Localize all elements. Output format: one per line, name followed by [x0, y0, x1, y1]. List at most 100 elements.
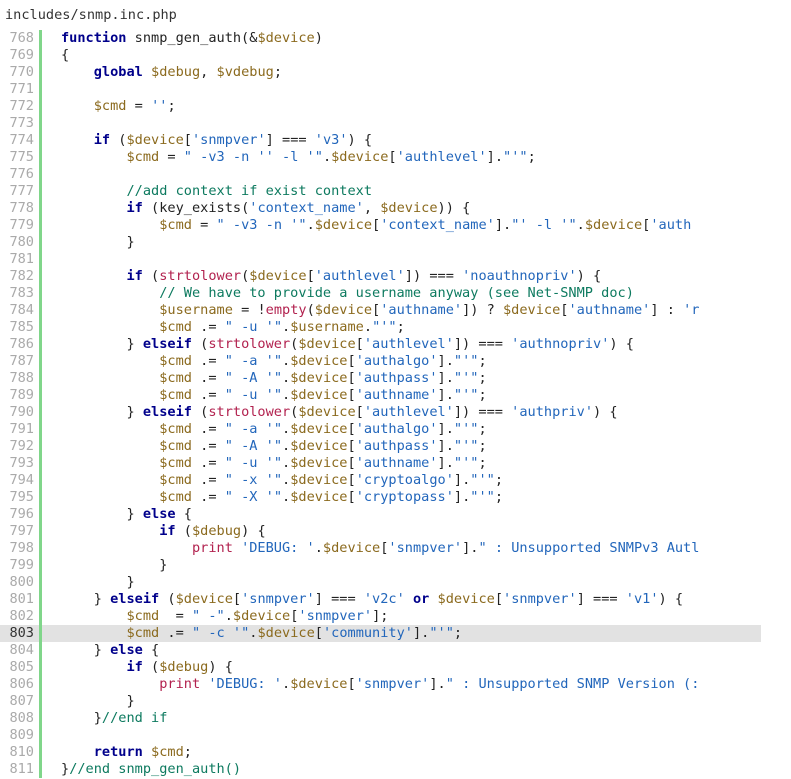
code-line[interactable]: 769 {	[0, 47, 791, 64]
code-line[interactable]: 777 //add context if exist context	[0, 183, 791, 200]
line-code: $cmd .= " -x '".$device['cryptoalgo']."'…	[159, 472, 504, 488]
code-line[interactable]: 773	[0, 115, 791, 132]
line-number: 807	[0, 693, 42, 710]
line-number: 800	[0, 574, 42, 591]
line-code: $cmd .= " -u '".$device['authname']."'";	[159, 455, 487, 471]
line-number: 770	[0, 64, 42, 81]
line-code: $cmd .= " -A '".$device['authpass']."'";	[159, 438, 487, 454]
line-number: 809	[0, 727, 42, 744]
code-line[interactable]: 783 // We have to provide a username any…	[0, 285, 791, 302]
code-line[interactable]: 787 $cmd .= " -a '".$device['authalgo'].…	[0, 353, 791, 370]
code-line[interactable]: 804 } else {	[0, 642, 791, 659]
line-number: 793	[0, 455, 42, 472]
line-number: 787	[0, 353, 42, 370]
line-number: 796	[0, 506, 42, 523]
line-code: {	[61, 47, 70, 63]
code-line[interactable]: 771	[0, 81, 791, 98]
line-code: global $debug, $vdebug;	[93, 64, 283, 80]
code-line[interactable]: 805 if ($debug) {	[0, 659, 791, 676]
code-line[interactable]: 797 if ($debug) {	[0, 523, 791, 540]
line-code: //add context if exist context	[126, 183, 373, 199]
line-code: return $cmd;	[93, 744, 192, 760]
code-editor[interactable]: 768 function snmp_gen_auth(&$device) 769 {7…	[0, 30, 791, 778]
line-number: 805	[0, 659, 42, 676]
code-line[interactable]: 802 $cmd = " -".$device['snmpver'];	[0, 608, 791, 625]
line-number: 775	[0, 149, 42, 166]
code-line[interactable]: 798 print 'DEBUG: '.$device['snmpver']."…	[0, 540, 791, 557]
code-line[interactable]: 774 if ($device['snmpver'] === 'v3') {	[0, 132, 791, 149]
code-line[interactable]: 806 print 'DEBUG: '.$device['snmpver']."…	[0, 676, 791, 693]
code-line[interactable]: 779 $cmd = " -v3 -n '".$device['context_…	[0, 217, 791, 234]
line-number: 769	[0, 47, 42, 64]
code-line[interactable]: 785 $cmd .= " -u '".$username."'";	[0, 319, 791, 336]
code-line[interactable]: 795 $cmd .= " -X '".$device['cryptopass'…	[0, 489, 791, 506]
line-code: }//end snmp_gen_auth()	[61, 761, 242, 777]
code-line[interactable]: 778 if (key_exists('context_name', $devi…	[0, 200, 791, 217]
line-code: $cmd = '';	[93, 98, 176, 114]
line-code: print 'DEBUG: '.$device['snmpver']." : U…	[159, 676, 700, 692]
code-line[interactable]: 775 $cmd = " -v3 -n '' -l '".$device['au…	[0, 149, 791, 166]
line-number: 773	[0, 115, 42, 132]
line-code: function snmp_gen_auth(&$device)	[61, 30, 323, 46]
line-number: 779	[0, 217, 42, 234]
line-number: 806	[0, 676, 42, 693]
code-line[interactable]: 794 $cmd .= " -x '".$device['cryptoalgo'…	[0, 472, 791, 489]
code-line[interactable]: 781	[0, 251, 791, 268]
line-code: } else {	[61, 506, 192, 522]
code-line[interactable]: 803 $cmd .= " -c '".$device['community']…	[0, 625, 791, 642]
line-code: }	[61, 234, 135, 250]
line-number: 776	[0, 166, 42, 183]
line-code: if (key_exists('context_name', $device))…	[126, 200, 471, 216]
line-code: $cmd .= " -a '".$device['authalgo']."'";	[159, 353, 487, 369]
line-code: if ($debug) {	[126, 659, 233, 675]
line-code: print 'DEBUG: '.$device['snmpver']." : U…	[191, 540, 700, 556]
line-number: 771	[0, 81, 42, 98]
line-number: 804	[0, 642, 42, 659]
code-line[interactable]: 799 }	[0, 557, 791, 574]
line-number: 799	[0, 557, 42, 574]
code-line[interactable]: 810 return $cmd;	[0, 744, 791, 761]
line-number: 786	[0, 336, 42, 353]
line-code: $cmd = " -".$device['snmpver'];	[126, 608, 389, 624]
code-line[interactable]: 801 } elseif ($device['snmpver'] === 'v2…	[0, 591, 791, 608]
line-number: 798	[0, 540, 42, 557]
code-line[interactable]: 786 } elseif (strtolower($device['authle…	[0, 336, 791, 353]
code-line[interactable]: 789 $cmd .= " -u '".$device['authname'].…	[0, 387, 791, 404]
line-number: 790	[0, 404, 42, 421]
code-line[interactable]: 768 function snmp_gen_auth(&$device)	[0, 30, 791, 47]
code-line[interactable]: 770 global $debug, $vdebug;	[0, 64, 791, 81]
file-path: includes/snmp.inc.php	[5, 7, 177, 23]
code-line[interactable]: 800 }	[0, 574, 791, 591]
code-line[interactable]: 788 $cmd .= " -A '".$device['authpass'].…	[0, 370, 791, 387]
code-line[interactable]: 772 $cmd = '';	[0, 98, 791, 115]
code-line[interactable]: 808 }//end if	[0, 710, 791, 727]
code-line[interactable]: 809	[0, 727, 791, 744]
code-line[interactable]: 791 $cmd .= " -a '".$device['authalgo'].…	[0, 421, 791, 438]
code-line[interactable]: 790 } elseif (strtolower($device['authle…	[0, 404, 791, 421]
line-number: 794	[0, 472, 42, 489]
line-number: 801	[0, 591, 42, 608]
line-number: 792	[0, 438, 42, 455]
code-line[interactable]: 793 $cmd .= " -u '".$device['authname'].…	[0, 455, 791, 472]
line-number: 778	[0, 200, 42, 217]
line-code: $username = !empty($device['authname']) …	[159, 302, 700, 318]
code-line[interactable]: 811}//end snmp_gen_auth()	[0, 761, 791, 778]
line-number: 797	[0, 523, 42, 540]
code-line[interactable]: 780 }	[0, 234, 791, 251]
code-line[interactable]: 807 }	[0, 693, 791, 710]
code-line[interactable]: 776	[0, 166, 791, 183]
line-code: } elseif (strtolower($device['authlevel'…	[61, 336, 634, 352]
code-line[interactable]: 792 $cmd .= " -A '".$device['authpass'].…	[0, 438, 791, 455]
code-line[interactable]: 782 if (strtolower($device['authlevel'])…	[0, 268, 791, 285]
line-code: }	[61, 557, 168, 573]
line-code: $cmd .= " -a '".$device['authalgo']."'";	[159, 421, 487, 437]
line-code: }	[61, 693, 135, 709]
line-number: 777	[0, 183, 42, 200]
code-line[interactable]: 784 $username = !empty($device['authname…	[0, 302, 791, 319]
line-number: 781	[0, 251, 42, 268]
code-line[interactable]: 796 } else {	[0, 506, 791, 523]
line-number: 803	[0, 625, 42, 642]
